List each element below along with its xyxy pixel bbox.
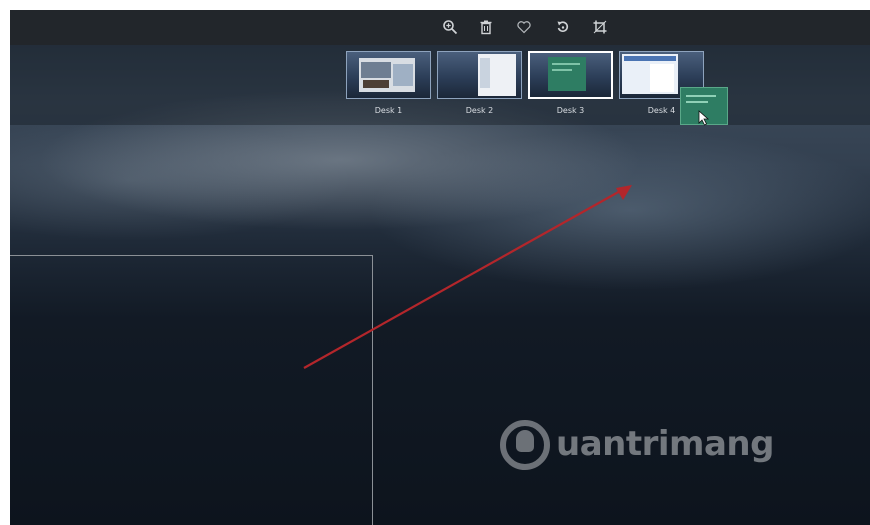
- zoom-in-button[interactable]: [440, 17, 460, 37]
- rotate-button[interactable]: [553, 17, 573, 37]
- desktop-background: Desk 1 Desk 2 Desk 3 Desk 4 uantrimang: [10, 10, 870, 525]
- trash-icon: [480, 20, 492, 35]
- crop-icon: [593, 20, 607, 34]
- delete-button[interactable]: [476, 17, 496, 37]
- window-outline: [10, 255, 373, 525]
- mouse-cursor-icon: [698, 110, 710, 126]
- crop-button[interactable]: [590, 17, 610, 37]
- lightbulb-icon: [516, 430, 534, 452]
- favorite-button[interactable]: [514, 17, 534, 37]
- desk-thumbnail-active: [528, 51, 613, 99]
- desk-label: Desk 2: [465, 106, 494, 115]
- desk-2[interactable]: Desk 2: [437, 51, 522, 121]
- desk-label: Desk 1: [374, 106, 403, 115]
- watermark-logo: uantrimang: [500, 418, 800, 484]
- watermark-text: uantrimang: [556, 424, 774, 464]
- viewer-toolbar: [10, 10, 870, 45]
- desk-thumbnail: [346, 51, 431, 99]
- heart-icon: [517, 21, 531, 34]
- zoom-in-icon: [443, 20, 458, 35]
- desk-3[interactable]: Desk 3: [528, 51, 613, 121]
- desk-1[interactable]: Desk 1: [346, 51, 431, 121]
- desk-label: Desk 3: [556, 106, 585, 115]
- virtual-desktop-switcher: Desk 1 Desk 2 Desk 3 Desk 4: [10, 45, 870, 125]
- desk-thumbnail: [437, 51, 522, 99]
- rotate-icon: [557, 21, 569, 32]
